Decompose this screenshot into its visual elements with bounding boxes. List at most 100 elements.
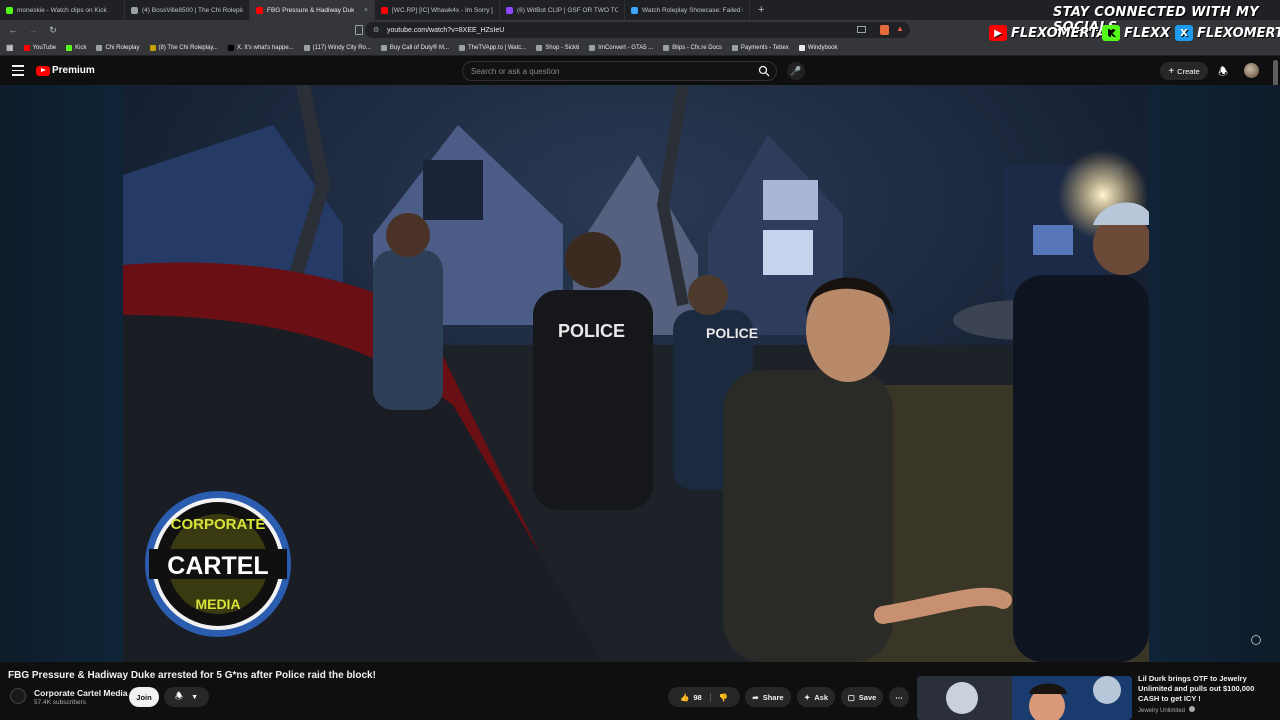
bookmark-label: TheTVApp.to | Watc... xyxy=(468,44,527,51)
bookmark-item[interactable]: Blips - Cfx.re Docs xyxy=(658,44,727,51)
ambient-mode-icon[interactable] xyxy=(1251,635,1261,645)
bookmark-label: Chi Roleplay xyxy=(105,44,140,51)
browser-tab[interactable]: moneskie - Watch clips on Kick xyxy=(0,0,125,20)
back-icon[interactable]: ← xyxy=(6,23,20,37)
ask-label: Ask xyxy=(814,692,829,702)
bookmark-item[interactable]: Shop - Sick6 xyxy=(531,44,584,51)
like-button[interactable]: 👍 98 xyxy=(680,692,711,702)
video-player[interactable]: POLICE POLICE CORPORATE CARTEL MEDIA xyxy=(0,85,1280,662)
bookmark-favicon-icon xyxy=(66,44,73,51)
search-input[interactable]: Search or ask a question xyxy=(462,61,777,81)
channel-avatar[interactable] xyxy=(10,688,26,704)
sparkle-icon: ✦ xyxy=(803,692,811,702)
logo-text: Premium xyxy=(52,65,95,76)
video-title: FBG Pressure & Hadiway Duke arrested for… xyxy=(8,670,376,681)
join-button[interactable]: Join xyxy=(129,687,159,707)
reload-icon[interactable]: ↻ xyxy=(46,23,60,37)
tab-favicon-icon xyxy=(6,6,13,14)
save-icon: ▢ xyxy=(847,692,855,702)
browser-tab[interactable]: Watch Roleplay Showcase: Failed Me xyxy=(625,0,750,20)
address-bar[interactable]: ⚙ youtube.com/watch?v=8XEE_HZsIeU xyxy=(365,22,910,38)
bookmark-favicon-icon xyxy=(536,44,543,51)
create-label: Create xyxy=(1177,66,1200,76)
notifications-bell-icon[interactable]: 🕭 xyxy=(1216,63,1230,78)
new-tab-button[interactable]: + xyxy=(750,4,772,16)
extension-alert-icon[interactable]: ▲ xyxy=(896,24,904,33)
youtube-play-icon xyxy=(36,65,50,76)
recommended-video-thumbnail[interactable] xyxy=(917,676,1132,720)
tab-favicon-icon xyxy=(506,6,513,14)
verified-icon xyxy=(1188,706,1195,712)
youtube-icon: ▶ xyxy=(989,25,1007,41)
bookmark-item[interactable]: (117) Windy City Ro... xyxy=(299,44,376,51)
channel-name[interactable]: Corporate Cartel Media xyxy=(34,688,128,698)
apps-grid-icon[interactable]: ▦ xyxy=(0,43,19,52)
bookmark-label: Shop - Sick6 xyxy=(545,44,580,51)
bookmark-favicon-icon xyxy=(303,44,310,51)
bookmark-item[interactable]: Kick xyxy=(61,44,91,51)
more-actions-icon[interactable]: ⋯ xyxy=(889,687,909,707)
bookmark-label: Payments - Tebex xyxy=(740,44,789,51)
subscribed-button[interactable]: 🕭 ▼ xyxy=(164,687,209,707)
bookmark-favicon-icon xyxy=(459,44,466,51)
socials-overlay: STAY CONNECTED WITH MY SOCIALS ▶ FLEXOME… xyxy=(985,0,1280,48)
ask-button[interactable]: ✦ Ask xyxy=(797,687,835,707)
mic-icon[interactable]: 🎤 xyxy=(787,62,805,80)
site-info-icon[interactable]: ⚙ xyxy=(373,26,379,34)
cast-icon[interactable] xyxy=(857,26,866,33)
youtube-header: Premium Search or ask a question 🎤 + Cre… xyxy=(0,57,1280,85)
bookmark-item[interactable]: TheTVApp.to | Watc... xyxy=(454,44,531,51)
video-frame[interactable]: POLICE POLICE CORPORATE CARTEL MEDIA xyxy=(123,85,1149,662)
bookmark-favicon-icon xyxy=(149,44,156,51)
social-kick: K FLEXX xyxy=(1102,25,1170,41)
bookmark-item[interactable]: Buy Call of Duty® M... xyxy=(376,44,454,51)
recommended-channel-name: Jewelry Unlimited xyxy=(1138,706,1195,714)
chevron-down-icon: ▼ xyxy=(191,693,198,701)
tab-label: FBG Pressure & Hadiway Duk xyxy=(267,6,355,14)
video-info-section: FBG Pressure & Hadiway Duke arrested for… xyxy=(0,662,1280,720)
browser-tab[interactable]: FBG Pressure & Hadiway Duk × xyxy=(250,0,375,20)
bookmark-item[interactable]: X. It's what's happe... xyxy=(223,44,299,51)
recommended-video-title[interactable]: Lil Durk brings OTF to Jewelry Unlimited… xyxy=(1138,674,1273,704)
forward-icon[interactable]: → xyxy=(26,23,40,37)
bookmark-item[interactable]: ImConvert - GTA5 ... xyxy=(584,44,658,51)
save-label: Save xyxy=(858,692,877,702)
create-button[interactable]: + Create xyxy=(1160,62,1208,80)
kick-icon: K xyxy=(1102,25,1120,41)
social-kick-label: FLEXX xyxy=(1124,25,1171,41)
browser-tab[interactable]: [WC.RP] [IC] Whawk4x - Im Sorry [Off xyxy=(375,0,500,20)
tab-label: Watch Roleplay Showcase: Failed Me xyxy=(642,6,743,14)
corporate-cartel-media-logo: CORPORATE CARTEL MEDIA xyxy=(145,491,291,637)
save-button[interactable]: ▢ Save xyxy=(841,687,883,707)
thumbs-down-icon[interactable]: 👎 xyxy=(715,693,728,702)
bookmark-item[interactable]: Windybook xyxy=(794,44,843,51)
logo-text-middle: CARTEL xyxy=(167,552,268,580)
extension-icon[interactable] xyxy=(880,25,889,35)
menu-icon[interactable] xyxy=(12,65,24,76)
bookmark-item[interactable]: (8) The Chi Roleplay... xyxy=(145,44,223,51)
bookmark-favicon-icon xyxy=(228,44,234,51)
browser-tab[interactable]: (4) BossVille8500 | The Chi Roleplay xyxy=(125,0,250,20)
close-tab-icon[interactable]: × xyxy=(364,7,368,14)
tab-label: [WC.RP] [IC] Whawk4x - Im Sorry [Off xyxy=(392,6,493,14)
browser-tab[interactable]: (6) WitBot CLIP | GSF OR TWO TO Dr xyxy=(500,0,625,20)
vest-label-police-2: POLICE xyxy=(706,325,758,341)
bookmark-favicon-icon xyxy=(23,44,30,51)
bookmark-favicon-icon xyxy=(731,44,738,51)
tab-favicon-icon xyxy=(631,6,638,14)
subscriber-count: 57.4K subscribers xyxy=(34,699,87,706)
account-avatar[interactable] xyxy=(1244,63,1259,78)
bookmark-favicon-icon xyxy=(96,44,103,51)
bookmark-label: Buy Call of Duty® M... xyxy=(389,44,450,51)
youtube-logo[interactable]: Premium xyxy=(36,65,95,76)
bookmark-item[interactable]: Payments - Tebex xyxy=(727,44,794,51)
social-youtube: ▶ FLEXOMERTA xyxy=(989,25,1107,41)
bookmark-item[interactable]: Chi Roleplay xyxy=(91,44,144,51)
bookmark-label: (117) Windy City Ro... xyxy=(312,44,371,51)
search-icon[interactable] xyxy=(758,65,770,77)
share-button[interactable]: ➦ Share xyxy=(745,687,791,707)
bookmark-item[interactable]: YouTube xyxy=(19,44,62,51)
logo-text-top: CORPORATE xyxy=(171,516,266,533)
bookmark-label: X. It's what's happe... xyxy=(237,44,294,51)
bookmark-page-icon[interactable] xyxy=(355,25,363,35)
